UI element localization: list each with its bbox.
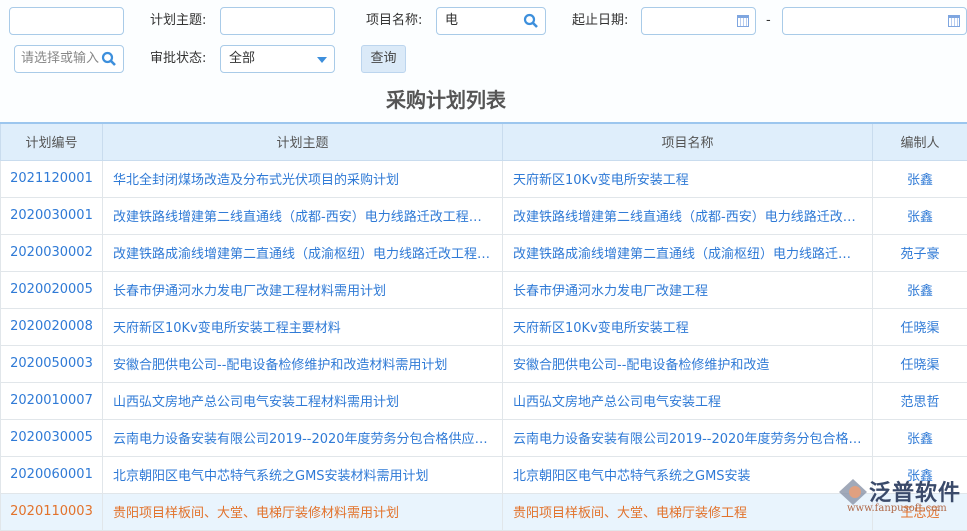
chevron-down-icon bbox=[316, 56, 328, 64]
project-name-label: 项目名称: bbox=[366, 7, 422, 35]
plan-topic-link[interactable]: 山西弘文房地产总公司电气安装工程材料需用计划 bbox=[103, 382, 503, 419]
plan-topic-link[interactable]: 北京朝阳区电气中芯特气系统之GMS安装材料需用计划 bbox=[103, 456, 503, 493]
project-name-link[interactable]: 改建铁路成渝线增建第二直通线（成渝枢纽）电力线路迁… bbox=[503, 234, 873, 271]
project-name-link[interactable]: 改建铁路线增建第二线直通线（成都-西安）电力线路迁改… bbox=[503, 197, 873, 234]
project-name-link[interactable]: 云南电力设备安装有限公司2019--2020年度劳务分包合格… bbox=[503, 419, 873, 456]
table-row[interactable]: 2020030005云南电力设备安装有限公司2019--2020年度劳务分包合格… bbox=[1, 419, 967, 456]
column-header-author[interactable]: 编制人 bbox=[873, 123, 967, 160]
selector-input[interactable]: 请选择或输入 bbox=[14, 45, 124, 73]
project-name-link[interactable]: 安徽合肥供电公司--配电设备检修维护和改造 bbox=[503, 345, 873, 382]
approval-status-label: 审批状态: bbox=[150, 45, 206, 73]
table-row[interactable]: 2020050003安徽合肥供电公司--配电设备检修维护和改造材料需用计划安徽合… bbox=[1, 345, 967, 382]
table-row[interactable]: 2021120001华北全封闭煤场改造及分布式光伏项目的采购计划天府新区10Kv… bbox=[1, 160, 967, 197]
project-name-link[interactable]: 天府新区10Kv变电所安装工程 bbox=[503, 160, 873, 197]
plan-no-cell[interactable]: 2020030001 bbox=[1, 197, 103, 234]
plan-topic-link[interactable]: 天府新区10Kv变电所安装工程主要材料 bbox=[103, 308, 503, 345]
search-icon[interactable] bbox=[523, 13, 539, 29]
plan-no-cell[interactable]: 2020110003 bbox=[1, 493, 103, 530]
purchase-plan-table: 计划编号 计划主题 项目名称 编制人 2021120001华北全封闭煤场改造及分… bbox=[0, 122, 967, 531]
column-header-plan-topic[interactable]: 计划主题 bbox=[103, 123, 503, 160]
plan-no-cell[interactable]: 2020010007 bbox=[1, 382, 103, 419]
plan-no-cell[interactable]: 2020060001 bbox=[1, 456, 103, 493]
project-name-link[interactable]: 长春市伊通河水力发电厂改建工程 bbox=[503, 271, 873, 308]
plan-no-cell[interactable]: 2020020008 bbox=[1, 308, 103, 345]
author-cell: 王忠远 bbox=[873, 493, 967, 530]
plan-topic-link[interactable]: 长春市伊通河水力发电厂改建工程材料需用计划 bbox=[103, 271, 503, 308]
calendar-icon[interactable] bbox=[948, 15, 960, 27]
plan-topic-link[interactable]: 贵阳项目样板间、大堂、电梯厅装修材料需用计划 bbox=[103, 493, 503, 530]
query-button[interactable]: 查询 bbox=[361, 45, 406, 73]
page-title: 采购计划列表 bbox=[0, 84, 892, 113]
project-name-link[interactable]: 北京朝阳区电气中芯特气系统之GMS安装 bbox=[503, 456, 873, 493]
calendar-icon[interactable] bbox=[737, 15, 749, 27]
author-cell: 任晓渠 bbox=[873, 308, 967, 345]
plan-topic-link[interactable]: 改建铁路线增建第二线直通线（成都-西安）电力线路迁改工程… bbox=[103, 197, 503, 234]
table-row[interactable]: 2020010007山西弘文房地产总公司电气安装工程材料需用计划山西弘文房地产总… bbox=[1, 382, 967, 419]
project-name-input[interactable]: 电 bbox=[436, 7, 546, 35]
end-date-input[interactable] bbox=[782, 7, 967, 35]
plan-topic-link[interactable]: 改建铁路成渝线增建第二直通线（成渝枢纽）电力线路迁改工程… bbox=[103, 234, 503, 271]
plan-topic-label: 计划主题: bbox=[150, 7, 206, 35]
search-icon[interactable] bbox=[101, 51, 117, 67]
column-header-project-name[interactable]: 项目名称 bbox=[503, 123, 873, 160]
plan-topic-link[interactable]: 云南电力设备安装有限公司2019--2020年度劳务分包合格供应商… bbox=[103, 419, 503, 456]
table-header: 计划编号 计划主题 项目名称 编制人 bbox=[1, 123, 967, 160]
author-cell: 张鑫 bbox=[873, 197, 967, 234]
start-date-input[interactable] bbox=[641, 7, 756, 35]
author-cell: 张鑫 bbox=[873, 456, 967, 493]
author-cell: 苑子豪 bbox=[873, 234, 967, 271]
plan-no-cell[interactable]: 2020030005 bbox=[1, 419, 103, 456]
filter-input-1[interactable] bbox=[9, 7, 124, 35]
project-name-link[interactable]: 贵阳项目样板间、大堂、电梯厅装修工程 bbox=[503, 493, 873, 530]
approval-status-value: 全部 bbox=[229, 51, 255, 66]
plan-topic-link[interactable]: 安徽合肥供电公司--配电设备检修维护和改造材料需用计划 bbox=[103, 345, 503, 382]
author-cell: 范思哲 bbox=[873, 382, 967, 419]
plan-no-cell[interactable]: 2020020005 bbox=[1, 271, 103, 308]
selector-placeholder: 请选择或输入 bbox=[21, 51, 99, 66]
date-separator: - bbox=[766, 7, 771, 35]
table-row[interactable]: 2020020005长春市伊通河水力发电厂改建工程材料需用计划长春市伊通河水力发… bbox=[1, 271, 967, 308]
project-name-link[interactable]: 山西弘文房地产总公司电气安装工程 bbox=[503, 382, 873, 419]
table-row[interactable]: 2020060001北京朝阳区电气中芯特气系统之GMS安装材料需用计划北京朝阳区… bbox=[1, 456, 967, 493]
project-name-value: 电 bbox=[445, 13, 458, 28]
author-cell: 张鑫 bbox=[873, 271, 967, 308]
column-header-plan-no[interactable]: 计划编号 bbox=[1, 123, 103, 160]
table-row[interactable]: 2020020008天府新区10Kv变电所安装工程主要材料天府新区10Kv变电所… bbox=[1, 308, 967, 345]
plan-no-cell[interactable]: 2020030002 bbox=[1, 234, 103, 271]
table-row[interactable]: 2020030002改建铁路成渝线增建第二直通线（成渝枢纽）电力线路迁改工程…改… bbox=[1, 234, 967, 271]
author-cell: 张鑫 bbox=[873, 160, 967, 197]
table-row[interactable]: 2020030001改建铁路线增建第二线直通线（成都-西安）电力线路迁改工程…改… bbox=[1, 197, 967, 234]
table-row[interactable]: 2020110003贵阳项目样板间、大堂、电梯厅装修材料需用计划贵阳项目样板间、… bbox=[1, 493, 967, 530]
plan-topic-link[interactable]: 华北全封闭煤场改造及分布式光伏项目的采购计划 bbox=[103, 160, 503, 197]
author-cell: 张鑫 bbox=[873, 419, 967, 456]
plan-no-cell[interactable]: 2021120001 bbox=[1, 160, 103, 197]
author-cell: 任晓渠 bbox=[873, 345, 967, 382]
approval-status-select[interactable]: 全部 bbox=[220, 45, 335, 73]
project-name-link[interactable]: 天府新区10Kv变电所安装工程 bbox=[503, 308, 873, 345]
plan-no-cell[interactable]: 2020050003 bbox=[1, 345, 103, 382]
date-range-label: 起止日期: bbox=[572, 7, 628, 35]
plan-topic-input[interactable] bbox=[220, 7, 335, 35]
